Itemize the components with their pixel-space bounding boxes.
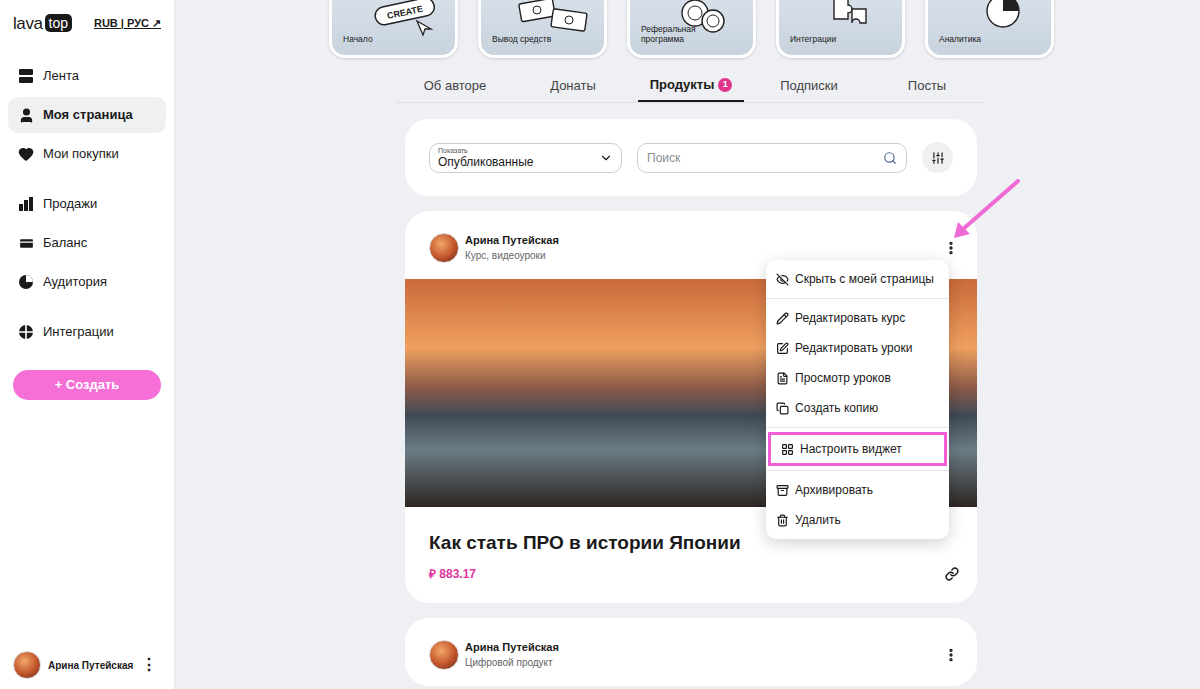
filter-card: ПоказатьОпубликованные Поиск xyxy=(405,119,977,196)
sidebar: lavatop RUB | РУС ↗ ЛентаМоя страницаМои п… xyxy=(0,0,175,689)
logo[interactable]: lavatop xyxy=(13,14,72,32)
sidebar-item[interactable]: Мои покупки xyxy=(8,136,166,172)
product-header: Арина ПутейскаяЦифровой продукт xyxy=(405,618,977,686)
user-icon xyxy=(18,107,35,124)
chevron-down-icon xyxy=(599,151,613,165)
menu-item[interactable]: Редактировать курс xyxy=(766,303,949,333)
user-menu-button[interactable]: ⋮ xyxy=(141,653,161,677)
sidebar-item[interactable]: Интеграции xyxy=(8,314,166,350)
menu-item-icon xyxy=(781,443,794,456)
menu-item-icon xyxy=(776,312,789,325)
sidebar-header: lavatop RUB | РУС ↗ xyxy=(8,12,166,34)
sales-chart-icon xyxy=(18,196,34,212)
avatar xyxy=(429,233,459,263)
more-icon[interactable] xyxy=(943,240,959,256)
tiles-row: CREATEНачало Вывод средств Реферальная про… xyxy=(329,0,1200,58)
annotation-arrow-icon xyxy=(0,0,1200,689)
menu-item[interactable]: Настроить виджет xyxy=(768,432,947,466)
menu-item-icon xyxy=(776,342,789,355)
product-menu: Скрыть с моей страницы Редактировать курс… xyxy=(766,260,949,539)
app: lavatop RUB | РУС ↗ ЛентаМоя страницаМои п… xyxy=(0,0,1200,689)
menu-item-icon xyxy=(776,514,789,527)
menu-item[interactable]: Скрыть с моей страницы xyxy=(766,264,949,294)
menu-item[interactable]: Создать копию xyxy=(766,393,949,423)
sidebar-nav: ЛентаМоя страницаМои покупки ПродажиБалан… xyxy=(8,58,166,350)
sidebar-user[interactable]: Арина Путейская⋮ xyxy=(8,651,166,679)
sidebar-item[interactable]: Продажи xyxy=(8,186,166,222)
menu-item-icon xyxy=(776,273,789,286)
search-icon xyxy=(883,151,897,165)
quick-tile[interactable]: Интеграции xyxy=(776,0,905,58)
more-icon[interactable] xyxy=(943,647,959,663)
sidebar-group: ПродажиБалансАудитория xyxy=(8,186,166,300)
tab[interactable]: Донаты xyxy=(514,70,632,102)
tab-badge: 1 xyxy=(718,78,732,92)
card-icon xyxy=(18,235,35,252)
svg-text:CREATE: CREATE xyxy=(386,4,424,21)
avatar xyxy=(429,640,459,670)
avatar xyxy=(13,651,41,679)
menu-item-icon xyxy=(776,484,789,497)
quick-tile[interactable]: Вывод средств xyxy=(478,0,607,58)
content: ПоказатьОпубликованные Поиск Арина Путейск… xyxy=(405,119,977,686)
tab[interactable]: Посты xyxy=(868,70,986,102)
product-card[interactable]: Арина ПутейскаяЦифровой продукт xyxy=(405,618,977,686)
sidebar-item[interactable]: Аудитория xyxy=(8,264,166,300)
heart-icon xyxy=(18,146,34,162)
quick-tile[interactable]: Реферальная программа xyxy=(627,0,756,58)
link-icon[interactable] xyxy=(945,567,959,581)
sidebar-group: ЛентаМоя страницаМои покупки xyxy=(8,58,166,172)
menu-group: Редактировать курсРедактировать урокиПро… xyxy=(766,298,949,423)
sidebar-item[interactable]: Баланс xyxy=(8,225,166,261)
create-button[interactable]: + Создать xyxy=(13,370,161,400)
tabs: Об автореДонатыПродукты1ПодпискиПосты xyxy=(396,70,986,103)
filter-button[interactable] xyxy=(922,142,953,173)
tab[interactable]: Продукты1 xyxy=(632,70,750,102)
sliders-icon xyxy=(931,151,945,165)
quick-tile[interactable]: Аналитика xyxy=(925,0,1054,58)
sidebar-item[interactable]: Лента xyxy=(8,58,166,94)
menu-group: Скрыть с моей страницы xyxy=(766,264,949,294)
tab[interactable]: Об авторе xyxy=(396,70,514,102)
menu-group: Настроить виджет xyxy=(766,427,949,466)
sidebar-group: Интеграции xyxy=(8,314,166,350)
menu-group: АрхивироватьУдалить xyxy=(766,470,949,535)
menu-item[interactable]: Редактировать уроки xyxy=(766,333,949,363)
product-card[interactable]: Арина ПутейскаяКурс, видеоурокиКак стать… xyxy=(405,211,977,603)
search-field[interactable]: Поиск xyxy=(637,143,907,173)
quick-tile[interactable]: CREATEНачало xyxy=(329,0,458,58)
audience-pie-icon xyxy=(18,274,34,290)
status-select[interactable]: ПоказатьОпубликованные xyxy=(429,143,622,173)
feed-icon xyxy=(18,68,34,84)
menu-item-icon xyxy=(776,372,789,385)
sidebar-item[interactable]: Моя страница xyxy=(8,97,166,133)
integrations-icon xyxy=(18,324,34,340)
product-price: ₽ 883.17 xyxy=(429,565,476,583)
currency-language-link[interactable]: RUB | РУС ↗ xyxy=(94,15,161,32)
menu-item[interactable]: Удалить xyxy=(766,505,949,535)
tab[interactable]: Подписки xyxy=(750,70,868,102)
menu-item[interactable]: Архивировать xyxy=(766,475,949,505)
main: CREATEНачало Вывод средств Реферальная про… xyxy=(175,0,1200,689)
menu-item[interactable]: Просмотр уроков xyxy=(766,363,949,393)
menu-item-icon xyxy=(776,402,789,415)
